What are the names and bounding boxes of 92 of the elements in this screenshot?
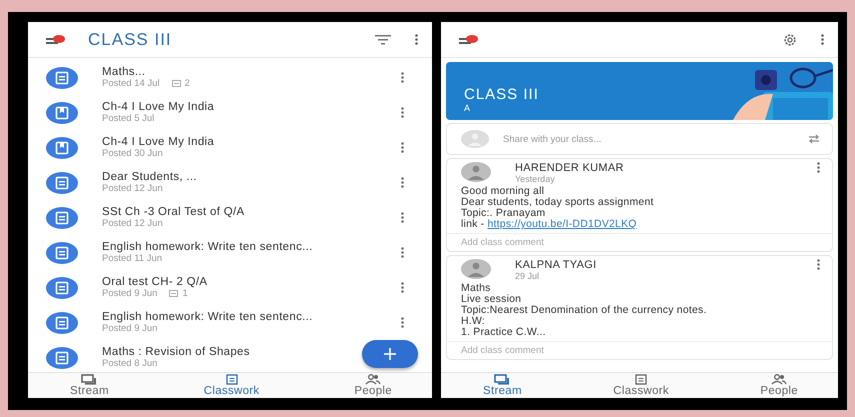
item-title: Dear Students, ... xyxy=(102,171,197,183)
clipboard-icon xyxy=(635,374,648,385)
comment-field[interactable]: Add class comment xyxy=(447,233,832,251)
more-icon[interactable] xyxy=(817,259,820,270)
posted-date: Posted 14 Jul xyxy=(102,78,160,89)
item-title: Maths... xyxy=(102,66,146,78)
class-section: A xyxy=(464,103,539,113)
people-icon xyxy=(365,374,382,385)
more-icon[interactable] xyxy=(401,177,404,188)
classwork-item[interactable]: Oral test CH- 2 Q/A Posted 9 Jun 1 xyxy=(28,270,432,305)
item-title: Oral test CH- 2 Q/A xyxy=(102,276,208,288)
more-icon[interactable] xyxy=(821,34,824,45)
author-name: KALPNA TYAGI xyxy=(515,259,598,271)
classwork-item[interactable]: Dear Students, ... Posted 12 Jun xyxy=(28,165,432,200)
add-button[interactable] xyxy=(362,340,418,368)
nav-tab[interactable]: Stream xyxy=(70,373,109,398)
video-link[interactable]: https://youtu.be/I-DD1DV2LKQ xyxy=(488,218,637,230)
post-text: Good morning all xyxy=(461,185,544,197)
menu-icon[interactable] xyxy=(459,34,479,46)
post-text: Topic:Nearest Denomination of the currency notes. xyxy=(461,304,707,316)
classwork-item[interactable]: English homework: Write ten sentenc... Posted 11 Jun xyxy=(28,235,432,270)
clipboard-icon xyxy=(46,206,78,228)
classwork-item[interactable]: Ch-4 I Love My India Posted 5 Jul xyxy=(28,95,432,130)
clipboard-icon xyxy=(46,312,78,334)
more-icon[interactable] xyxy=(415,34,418,45)
repost-icon[interactable] xyxy=(808,134,820,144)
item-title: Ch-4 I Love My India xyxy=(102,101,214,113)
comment-count: 1 xyxy=(182,288,188,299)
more-icon[interactable] xyxy=(401,247,404,258)
item-title: SSt Ch -3 Oral Test of Q/A xyxy=(102,206,244,218)
nav-tab[interactable]: Classwork xyxy=(613,373,669,398)
clipboard-icon xyxy=(46,242,78,264)
stream-icon xyxy=(494,374,510,385)
clipboard-icon xyxy=(46,172,78,194)
nav-tab[interactable]: People xyxy=(354,373,392,398)
plus-icon xyxy=(384,348,396,360)
classwork-item[interactable]: SSt Ch -3 Oral Test of Q/A Posted 12 Jun xyxy=(28,200,432,235)
posted-date: Posted 9 Jun xyxy=(102,288,158,299)
classwork-item[interactable]: Ch-4 I Love My India Posted 30 Jun xyxy=(28,130,432,165)
avatar-icon xyxy=(461,162,491,182)
avatar-icon xyxy=(461,259,491,279)
post-text: Maths xyxy=(461,282,491,294)
posted-date: Posted 12 Jun xyxy=(102,183,163,194)
more-icon[interactable] xyxy=(401,72,404,83)
bookmark-page-icon xyxy=(46,102,78,124)
settings-icon[interactable] xyxy=(783,32,797,46)
clipboard-icon xyxy=(226,374,238,385)
posted-date: Posted 30 Jun xyxy=(102,148,163,159)
post-text: Dear students, today sports assignment xyxy=(461,196,654,208)
posted-date: Posted 5 Jul xyxy=(102,113,154,124)
clipboard-icon xyxy=(46,346,78,368)
comment-icon xyxy=(172,80,181,87)
post-text: 1. Practice C.W... xyxy=(461,326,546,338)
bookmark-page-icon xyxy=(46,136,78,158)
avatar-icon xyxy=(461,130,489,148)
clipboard-icon xyxy=(46,66,78,88)
more-icon[interactable] xyxy=(401,107,404,118)
posted-date: Posted 8 Jun xyxy=(102,358,158,369)
comment-field[interactable]: Add class comment xyxy=(447,341,832,359)
filter-icon[interactable] xyxy=(375,34,391,44)
more-icon[interactable] xyxy=(401,317,404,328)
author-name: HARENDER KUMAR xyxy=(515,162,625,174)
nav-tab[interactable]: Classwork xyxy=(204,373,260,398)
item-title: Maths : Revision of Shapes xyxy=(102,346,250,358)
post-text: Live session xyxy=(461,293,522,305)
item-title: Ch-4 I Love My India xyxy=(102,136,214,148)
class-title: CLASS III xyxy=(88,30,173,50)
more-icon[interactable] xyxy=(401,282,404,293)
classwork-item[interactable]: English homework: Write ten sentenc... Posted 9 Jun xyxy=(28,305,432,340)
post-time: 29 Jul xyxy=(515,271,540,281)
item-title: English homework: Write ten sentenc... xyxy=(102,311,313,323)
posted-date: Posted 11 Jun xyxy=(102,253,162,264)
posted-date: Posted 9 Jun xyxy=(102,323,158,334)
post-text: Topic:. Pranayam xyxy=(461,207,546,219)
more-icon[interactable] xyxy=(401,142,404,153)
posted-date: Posted 12 Jun xyxy=(102,218,163,229)
post-text: H.W: xyxy=(461,315,485,327)
post-text: link - xyxy=(461,218,484,230)
item-title: English homework: Write ten sentenc... xyxy=(102,241,313,253)
menu-icon[interactable] xyxy=(46,34,66,46)
classwork-item[interactable]: Maths... Posted 14 Jul 2 xyxy=(28,60,432,95)
more-icon[interactable] xyxy=(401,212,404,223)
comment-count: 2 xyxy=(184,78,190,89)
clipboard-icon xyxy=(46,276,78,298)
more-icon[interactable] xyxy=(817,162,820,173)
stream-icon xyxy=(81,374,98,385)
post-time: Yesterday xyxy=(515,174,556,184)
people-icon xyxy=(771,374,788,385)
nav-tab[interactable]: People xyxy=(760,373,798,398)
comment-icon xyxy=(169,290,178,297)
banner-title: CLASS III xyxy=(464,86,539,103)
nav-tab[interactable]: Stream xyxy=(483,373,522,398)
